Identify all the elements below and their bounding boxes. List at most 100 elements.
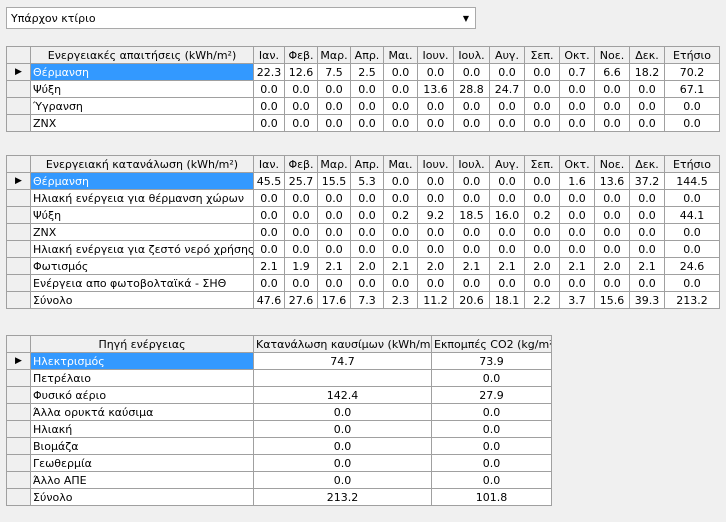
value-cell[interactable]: 27.6 [284,291,318,309]
value-cell[interactable]: 24.6 [664,257,720,275]
table-row[interactable]: Πετρέλαιο 0.0 [6,369,552,387]
energy-sources-table[interactable]: Πηγή ενέργειας Κατανάλωση καυσίμων (kWh/m… [6,335,552,506]
value-cell[interactable]: 0.0 [489,63,525,81]
value-cell[interactable]: 0.0 [350,206,384,224]
value-cell[interactable]: 0.0 [253,189,285,207]
value-cell[interactable]: 0.0 [253,206,285,224]
row-header[interactable] [6,97,31,115]
value-cell[interactable]: 0.0 [524,80,560,98]
source-label[interactable]: Γεωθερμία [30,454,254,472]
value-cell[interactable]: 0.0 [417,97,454,115]
value-cell[interactable]: 0.0 [284,189,318,207]
value-cell[interactable]: 0.0 [453,189,490,207]
month-header[interactable]: Μαι. [383,46,418,64]
value-cell[interactable]: 0.0 [383,114,418,132]
month-header[interactable]: Απρ. [350,46,384,64]
row-label[interactable]: ZNX [30,223,254,241]
row-label[interactable]: Ηλιακή ενέργεια για θέρμανση χώρων [30,189,254,207]
month-header[interactable]: Μαρ. [317,155,351,173]
table-row[interactable]: Φωτισμός 2.1 1.9 2.1 2.0 2.1 2.0 2.1 2.1 2.0 2.1 2.… [6,257,720,275]
value-cell[interactable]: 13.6 [417,80,454,98]
co2-emissions-cell[interactable]: 0.0 [431,437,552,455]
value-cell[interactable]: 0.7 [559,63,595,81]
row-label[interactable]: Ενέργεια απο φωτοβολταϊκά - ΣΗΘ [30,274,254,292]
consumption-label-header[interactable]: Ενεργειακή κατανάλωση (kWh/m²) [30,155,254,173]
value-cell[interactable]: 6.6 [594,63,630,81]
value-cell[interactable]: 0.0 [629,274,665,292]
value-cell[interactable]: 0.0 [284,80,318,98]
value-cell[interactable]: 7.3 [350,291,384,309]
value-cell[interactable]: 0.0 [417,240,454,258]
value-cell[interactable]: 0.0 [489,114,525,132]
value-cell[interactable]: 0.0 [559,97,595,115]
month-header[interactable]: Οκτ. [559,155,595,173]
value-cell[interactable]: 0.0 [417,223,454,241]
value-cell[interactable]: 0.0 [350,274,384,292]
fuel-consumption-cell[interactable]: 0.0 [253,403,432,421]
row-label[interactable]: Φωτισμός [30,257,254,275]
value-cell[interactable]: 28.8 [453,80,490,98]
value-cell[interactable]: 13.6 [594,172,630,190]
source-label[interactable]: Άλλο ΑΠΕ [30,471,254,489]
co2-emissions-cell[interactable]: 27.9 [431,386,552,404]
value-cell[interactable]: 0.0 [350,97,384,115]
table-row[interactable]: Ηλιακή ενέργεια για ζεστό νερό χρήσης 0.0… [6,240,720,258]
value-cell[interactable]: 70.2 [664,63,720,81]
value-cell[interactable]: 0.0 [317,97,351,115]
fuel-consumption-cell[interactable]: 0.0 [253,420,432,438]
value-cell[interactable]: 0.0 [524,240,560,258]
value-cell[interactable]: 144.5 [664,172,720,190]
value-cell[interactable]: 0.0 [317,223,351,241]
value-cell[interactable]: 0.0 [594,206,630,224]
value-cell[interactable]: 0.0 [253,80,285,98]
month-header[interactable]: Νοε. [594,155,630,173]
value-cell[interactable]: 0.0 [594,223,630,241]
value-cell[interactable]: 0.0 [664,97,720,115]
row-header[interactable] [6,403,31,421]
value-cell[interactable]: 0.0 [350,189,384,207]
row-label[interactable]: ZNX [30,114,254,132]
value-cell[interactable]: 0.0 [383,172,418,190]
fuel-consumption-cell[interactable]: 213.2 [253,488,432,506]
month-header[interactable]: Φεβ. [284,155,318,173]
table-row[interactable]: Ηλιακή 0.0 0.0 [6,420,552,438]
value-cell[interactable]: 0.0 [317,114,351,132]
value-cell[interactable]: 0.0 [350,223,384,241]
row-label[interactable]: Ηλιακή ενέργεια για ζεστό νερό χρήσης [30,240,254,258]
value-cell[interactable]: 0.0 [383,189,418,207]
row-header[interactable] [6,240,31,258]
table-row[interactable]: Γεωθερμία 0.0 0.0 [6,454,552,472]
table-row[interactable]: Σύνολο 213.2 101.8 [6,488,552,506]
value-cell[interactable]: 0.0 [524,223,560,241]
value-cell[interactable]: 0.0 [253,114,285,132]
month-header[interactable]: Δεκ. [629,46,665,64]
value-cell[interactable]: 0.0 [629,189,665,207]
month-header[interactable]: Ιουλ. [453,46,490,64]
value-cell[interactable]: 0.0 [383,80,418,98]
value-cell[interactable]: 213.2 [664,291,720,309]
building-select[interactable]: Υπάρχον κτίριο ▼ [6,7,476,29]
value-cell[interactable]: 37.2 [629,172,665,190]
value-cell[interactable]: 16.0 [489,206,525,224]
value-cell[interactable]: 2.5 [350,63,384,81]
value-cell[interactable]: 0.0 [383,240,418,258]
month-header[interactable]: Σεπ. [524,155,560,173]
value-cell[interactable]: 0.2 [524,206,560,224]
row-header[interactable] [6,274,31,292]
month-header[interactable]: Απρ. [350,155,384,173]
value-cell[interactable]: 0.0 [664,274,720,292]
value-cell[interactable]: 0.0 [664,240,720,258]
value-cell[interactable]: 7.5 [317,63,351,81]
value-cell[interactable]: 0.0 [629,223,665,241]
sources-column-header[interactable]: Πηγή ενέργειας [30,335,254,353]
row-label[interactable]: Θέρμανση [30,172,254,190]
value-cell[interactable]: 0.0 [559,274,595,292]
month-header[interactable]: Αυγ. [489,46,525,64]
value-cell[interactable]: 0.0 [417,114,454,132]
value-cell[interactable]: 0.0 [383,274,418,292]
value-cell[interactable]: 2.1 [629,257,665,275]
value-cell[interactable]: 0.0 [524,189,560,207]
value-cell[interactable]: 2.1 [253,257,285,275]
value-cell[interactable]: 45.5 [253,172,285,190]
value-cell[interactable]: 0.0 [524,172,560,190]
